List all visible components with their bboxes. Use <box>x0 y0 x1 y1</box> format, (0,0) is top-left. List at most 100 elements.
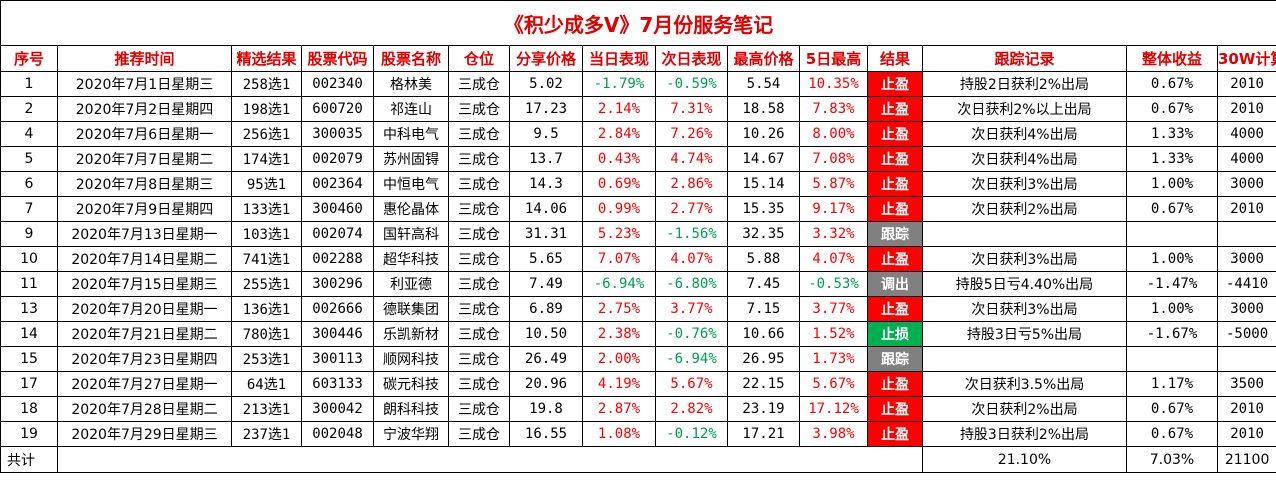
row-date: 2020年7月13日星期一 <box>57 221 232 247</box>
header-high: 最高价格 <box>727 45 800 72</box>
row-gain: 0.67% <box>1126 396 1218 422</box>
row-price: 14.06 <box>509 196 583 222</box>
row-pick: 136选1 <box>231 296 302 322</box>
row-next: 2.82% <box>655 396 728 422</box>
row-pick: 133选1 <box>231 196 302 222</box>
row-day: -1.79% <box>582 71 656 97</box>
row-price: 9.5 <box>509 121 583 147</box>
row-day: 2.75% <box>582 296 656 322</box>
row-high5: 1.73% <box>799 346 868 372</box>
header-calc: 30W计算 <box>1216 45 1276 72</box>
total-label: 共计 <box>0 446 58 473</box>
row-code: 603133 <box>301 371 374 397</box>
row-position: 三成仓 <box>448 296 510 322</box>
row-high: 5.88 <box>727 246 800 272</box>
row-gain: 1.00% <box>1126 246 1218 272</box>
row-code: 600720 <box>301 96 374 122</box>
row-position: 三成仓 <box>448 321 510 347</box>
row-pick: 253选1 <box>231 346 302 372</box>
row-high: 14.67 <box>727 146 800 172</box>
row-high5: -0.53% <box>799 271 868 297</box>
row-high5: 3.98% <box>799 421 868 447</box>
row-result: 止盈 <box>867 371 923 397</box>
row-track: 持股5日亏4.40%出局 <box>922 271 1127 297</box>
row-name: 惠伦晶体 <box>373 196 449 222</box>
row-name: 超华科技 <box>373 246 449 272</box>
row-position: 三成仓 <box>448 396 510 422</box>
row-track: 持股3日获利2%出局 <box>922 421 1127 447</box>
row-code: 002288 <box>301 246 374 272</box>
table-row: 1 2020年7月1日星期三 258选1 002340 格林美 三成仓 5.02 -1.79%… <box>0 71 1276 97</box>
row-calc <box>1216 346 1276 372</box>
row-name: 祁连山 <box>373 96 449 122</box>
row-next: 2.77% <box>655 196 728 222</box>
row-pick: 256选1 <box>231 121 302 147</box>
row-price: 19.8 <box>509 396 583 422</box>
row-name: 顺网科技 <box>373 346 449 372</box>
row-next: -0.76% <box>655 321 728 347</box>
row-next: -0.12% <box>655 421 728 447</box>
row-no: 11 <box>0 271 58 297</box>
table-row: 15 2020年7月23日星期四 253选1 300113 顺网科技 三成仓 26.49 2.… <box>0 346 1276 372</box>
row-name: 朗科科技 <box>373 396 449 422</box>
row-next: 7.31% <box>655 96 728 122</box>
row-position: 三成仓 <box>448 121 510 147</box>
row-code: 300035 <box>301 121 374 147</box>
row-position: 三成仓 <box>448 221 510 247</box>
row-calc: -5000 <box>1216 321 1276 347</box>
row-name: 乐凯新材 <box>373 321 449 347</box>
row-high: 22.15 <box>727 371 800 397</box>
row-high5: 3.77% <box>799 296 868 322</box>
row-code: 002340 <box>301 71 374 97</box>
row-pick: 237选1 <box>231 421 302 447</box>
row-pick: 95选1 <box>231 171 302 197</box>
row-next: -0.59% <box>655 71 728 97</box>
row-track: 次日获利3.5%出局 <box>922 371 1127 397</box>
row-pick: 258选1 <box>231 71 302 97</box>
row-calc: 3000 <box>1216 171 1276 197</box>
row-price: 5.65 <box>509 246 583 272</box>
row-calc: 2010 <box>1216 196 1276 222</box>
row-code: 002666 <box>301 296 374 322</box>
row-position: 三成仓 <box>448 196 510 222</box>
table-row: 9 2020年7月13日星期一 103选1 002074 国轩高科 三成仓 31.31 5.2… <box>0 221 1276 247</box>
row-gain: 0.67% <box>1126 71 1218 97</box>
row-code: 300113 <box>301 346 374 372</box>
row-code: 300042 <box>301 396 374 422</box>
row-calc: 2010 <box>1216 96 1276 122</box>
row-track: 次日获利2%出局 <box>922 196 1127 222</box>
row-date: 2020年7月2日星期四 <box>57 96 232 122</box>
row-no: 1 <box>0 71 58 97</box>
table-row: 17 2020年7月27日星期一 64选1 603133 碳元科技 三成仓 20.96 4.1… <box>0 371 1276 397</box>
row-calc: 3000 <box>1216 246 1276 272</box>
header-track: 跟踪记录 <box>922 45 1127 72</box>
row-price: 14.3 <box>509 171 583 197</box>
row-calc <box>1216 221 1276 247</box>
row-next: 3.77% <box>655 296 728 322</box>
total-sum: 21.10% <box>922 446 1127 473</box>
row-code: 300460 <box>301 196 374 222</box>
row-day: 1.08% <box>582 421 656 447</box>
row-result: 跟踪 <box>867 346 923 372</box>
header-high5: 5日最高 <box>799 45 868 72</box>
row-day: 5.23% <box>582 221 656 247</box>
row-date: 2020年7月23日星期四 <box>57 346 232 372</box>
row-result: 止盈 <box>867 421 923 447</box>
row-no: 7 <box>0 196 58 222</box>
row-high: 7.15 <box>727 296 800 322</box>
row-date: 2020年7月28日星期二 <box>57 396 232 422</box>
header-code: 股票代码 <box>301 45 374 72</box>
row-calc: 2010 <box>1216 421 1276 447</box>
row-track: 次日获利4%出局 <box>922 121 1127 147</box>
row-position: 三成仓 <box>448 421 510 447</box>
row-no: 6 <box>0 171 58 197</box>
row-high5: 1.52% <box>799 321 868 347</box>
row-track <box>922 221 1127 247</box>
row-no: 14 <box>0 321 58 347</box>
row-day: 2.84% <box>582 121 656 147</box>
row-next: 4.74% <box>655 146 728 172</box>
table-row: 6 2020年7月8日星期三 95选1 002364 中恒电气 三成仓 14.3 0.69% 2… <box>0 171 1276 197</box>
header-result: 结果 <box>867 45 923 72</box>
row-track: 持股2日获利2%出局 <box>922 71 1127 97</box>
row-track: 次日获利3%出局 <box>922 246 1127 272</box>
